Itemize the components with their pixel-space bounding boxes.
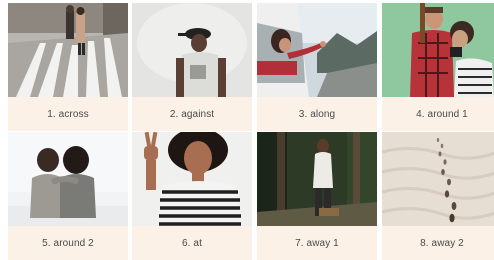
card-against[interactable]: 2. against	[132, 3, 252, 131]
card-away-2[interactable]: 8. away 2	[382, 132, 494, 260]
photo-driving-along-road	[257, 3, 377, 97]
photo-couple-arm-around	[8, 132, 128, 226]
card-label: 4. around 1	[382, 97, 494, 131]
card-label: 6. at	[132, 226, 252, 260]
card-label: 5. around 2	[8, 226, 128, 260]
photo-man-walking-in-forest	[257, 132, 377, 226]
card-away-1[interactable]: 7. away 1	[257, 132, 377, 260]
card-along[interactable]: 3. along	[257, 3, 377, 131]
photo-people-crossing-street	[8, 3, 128, 97]
photo-woman-peace-sign	[132, 132, 252, 226]
card-label: 2. against	[132, 97, 252, 131]
card-at[interactable]: 6. at	[132, 132, 252, 260]
card-across[interactable]: 1. across	[8, 3, 128, 131]
card-label: 3. along	[257, 97, 377, 131]
card-label: 8. away 2	[382, 226, 494, 260]
card-label: 7. away 1	[257, 226, 377, 260]
card-label: 1. across	[8, 97, 128, 131]
card-around-2[interactable]: 5. around 2	[8, 132, 128, 260]
card-around-1[interactable]: 4. around 1	[382, 3, 494, 131]
photo-man-leaning-against-wall	[132, 3, 252, 97]
photo-footprints-in-sand	[382, 132, 494, 226]
photo-two-men-with-camera	[382, 3, 494, 97]
